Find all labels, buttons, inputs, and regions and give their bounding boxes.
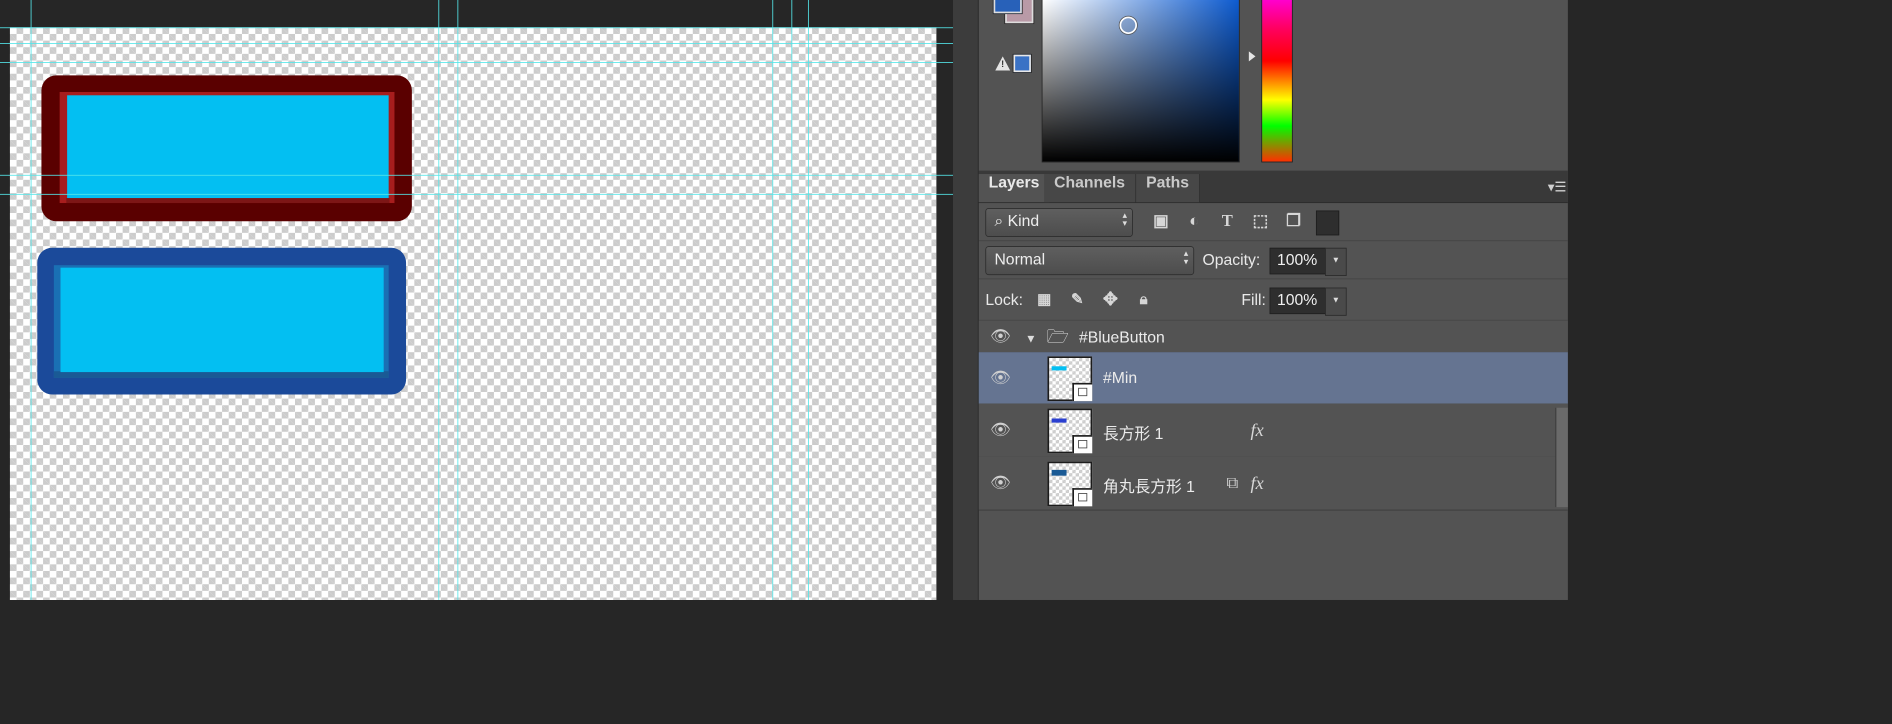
tab-paths[interactable]: Paths <box>1136 174 1200 203</box>
layers-panel: Layers Channels Paths ▾☰ ⌕ Kind ▴ ▾ ▣ ◐ T… <box>978 170 1568 600</box>
vertical-guide[interactable] <box>30 0 32 600</box>
tab-channels[interactable]: Channels <box>1044 174 1136 203</box>
layer-row-min[interactable]: 👁︎ #Min <box>978 352 1568 405</box>
layer-effects-fx-icon[interactable]: fx <box>1251 472 1264 494</box>
opacity-input[interactable]: 100% <box>1269 247 1326 275</box>
layer-thumbnail <box>1047 356 1093 402</box>
hue-slider-handle[interactable] <box>1248 51 1256 62</box>
vector-mask-icon <box>1072 435 1093 454</box>
right-panel-dock: ! Layers Channels Paths ▾☰ ⌕ Kind ▴ ▾ ▣ ◐… <box>953 0 1568 600</box>
visibility-eye-icon[interactable]: 👁︎ <box>990 328 1011 345</box>
layer-name[interactable]: 角丸長方形 1 <box>1103 475 1195 497</box>
vertical-guide[interactable] <box>457 0 459 600</box>
horizontal-guide[interactable] <box>0 27 954 29</box>
fill-slider-button[interactable]: ▼ <box>1325 287 1347 316</box>
filter-kind-dropdown[interactable]: ⌕ Kind ▴ ▾ <box>985 208 1133 238</box>
vertical-guide[interactable] <box>791 0 793 600</box>
linked-smart-object-icon: ⧉ <box>1226 474 1239 493</box>
tab-layers[interactable]: Layers <box>978 174 1051 203</box>
smart-object-filter-icon[interactable]: ❐ <box>1283 210 1305 232</box>
lock-image-pixels-icon[interactable]: ✎ <box>1067 288 1089 310</box>
lock-label: Lock: <box>985 291 1023 310</box>
pasteboard-left <box>0 27 10 600</box>
horizontal-guide[interactable] <box>0 174 954 176</box>
pasteboard-top <box>0 0 954 28</box>
layer-list-scrollbar[interactable] <box>1555 407 1568 508</box>
search-icon: ⌕ <box>994 212 1004 231</box>
color-picker-circle[interactable] <box>1119 16 1137 34</box>
horizontal-guide[interactable] <box>0 193 954 195</box>
panel-dock-strip <box>953 0 979 600</box>
filter-toggle-switch[interactable] <box>1315 210 1340 236</box>
lock-position-icon[interactable]: ✥ <box>1100 288 1122 310</box>
fill-input[interactable]: 100% <box>1269 287 1326 315</box>
blend-mode-dropdown[interactable]: Normal ▴ ▾ <box>985 246 1195 276</box>
blend-row: Normal ▴ ▾ Opacity: 100% ▼ <box>978 240 1568 280</box>
adjustment-filter-icon[interactable]: ◐ <box>1183 210 1205 232</box>
foreground-color-swatch[interactable] <box>993 0 1022 14</box>
type-filter-icon[interactable]: T <box>1217 210 1239 232</box>
pasteboard-right <box>936 0 954 600</box>
layer-thumbnail <box>1047 408 1093 454</box>
hue-slider[interactable] <box>1261 0 1293 163</box>
shape-filter-icon[interactable]: ⬚ <box>1250 210 1272 232</box>
layer-name[interactable]: #Min <box>1103 370 1137 388</box>
vector-mask-icon <box>1072 382 1093 402</box>
expand-triangle-icon[interactable]: ▼ <box>1025 331 1036 344</box>
visibility-eye-icon[interactable]: 👁︎ <box>990 370 1011 387</box>
lock-all-icon[interactable]: 🔒︎ <box>1133 288 1155 310</box>
red-button-face <box>67 95 389 199</box>
vector-mask-icon <box>1072 488 1093 507</box>
out-of-gamut-warning-icon[interactable]: ! <box>995 56 1011 71</box>
folder-icon: 🗁︎ <box>1046 325 1070 347</box>
vertical-guide[interactable] <box>807 0 809 600</box>
lock-row: Lock: ▦ ✎ ✥ 🔒︎ Fill: 100% ▼ <box>978 278 1568 321</box>
visibility-eye-icon[interactable]: 👁︎ <box>990 422 1011 439</box>
layer-row-rectangle[interactable]: 👁︎ 長方形 1 fx <box>978 403 1568 458</box>
transparent-document[interactable] <box>9 27 937 600</box>
red-button-artwork[interactable] <box>41 75 412 222</box>
fill-label: Fill: <box>1241 291 1266 310</box>
color-picker-panel: ! <box>978 0 1568 171</box>
vertical-guide[interactable] <box>772 0 774 600</box>
panel-menu-icon[interactable]: ▾☰ <box>1548 179 1567 196</box>
blue-button-face <box>60 267 384 373</box>
opacity-label: Opacity: <box>1202 251 1261 270</box>
layer-name[interactable]: 長方形 1 <box>1103 422 1163 444</box>
horizontal-guide[interactable] <box>0 43 954 44</box>
visibility-eye-icon[interactable]: 👁︎ <box>990 475 1011 492</box>
saturation-brightness-field[interactable] <box>1041 0 1240 163</box>
horizontal-guide[interactable] <box>0 62 954 63</box>
layer-name[interactable]: #BlueButton <box>1079 329 1165 347</box>
layer-row-rounded-rectangle[interactable]: 👁︎ 角丸長方形 1 ⧉ fx <box>978 456 1568 511</box>
layer-thumbnail <box>1047 461 1093 507</box>
opacity-slider-button[interactable]: ▼ <box>1325 247 1347 276</box>
layer-effects-fx-icon[interactable]: fx <box>1251 419 1264 441</box>
panel-tab-bar: Layers Channels Paths ▾☰ <box>978 170 1568 204</box>
layer-filter-row: ⌕ Kind ▴ ▾ ▣ ◐ T ⬚ ❐ <box>978 202 1568 242</box>
vertical-guide[interactable] <box>438 0 440 600</box>
image-filter-icon[interactable]: ▣ <box>1150 210 1172 232</box>
blue-button-artwork[interactable] <box>37 247 407 395</box>
layer-row-group[interactable]: 👁︎ ▼ 🗁︎ #BlueButton <box>978 320 1568 354</box>
lock-transparent-pixels-icon[interactable]: ▦ <box>1033 288 1055 310</box>
document-canvas-area[interactable] <box>0 0 954 600</box>
gamut-color-swatch[interactable] <box>1013 54 1031 73</box>
